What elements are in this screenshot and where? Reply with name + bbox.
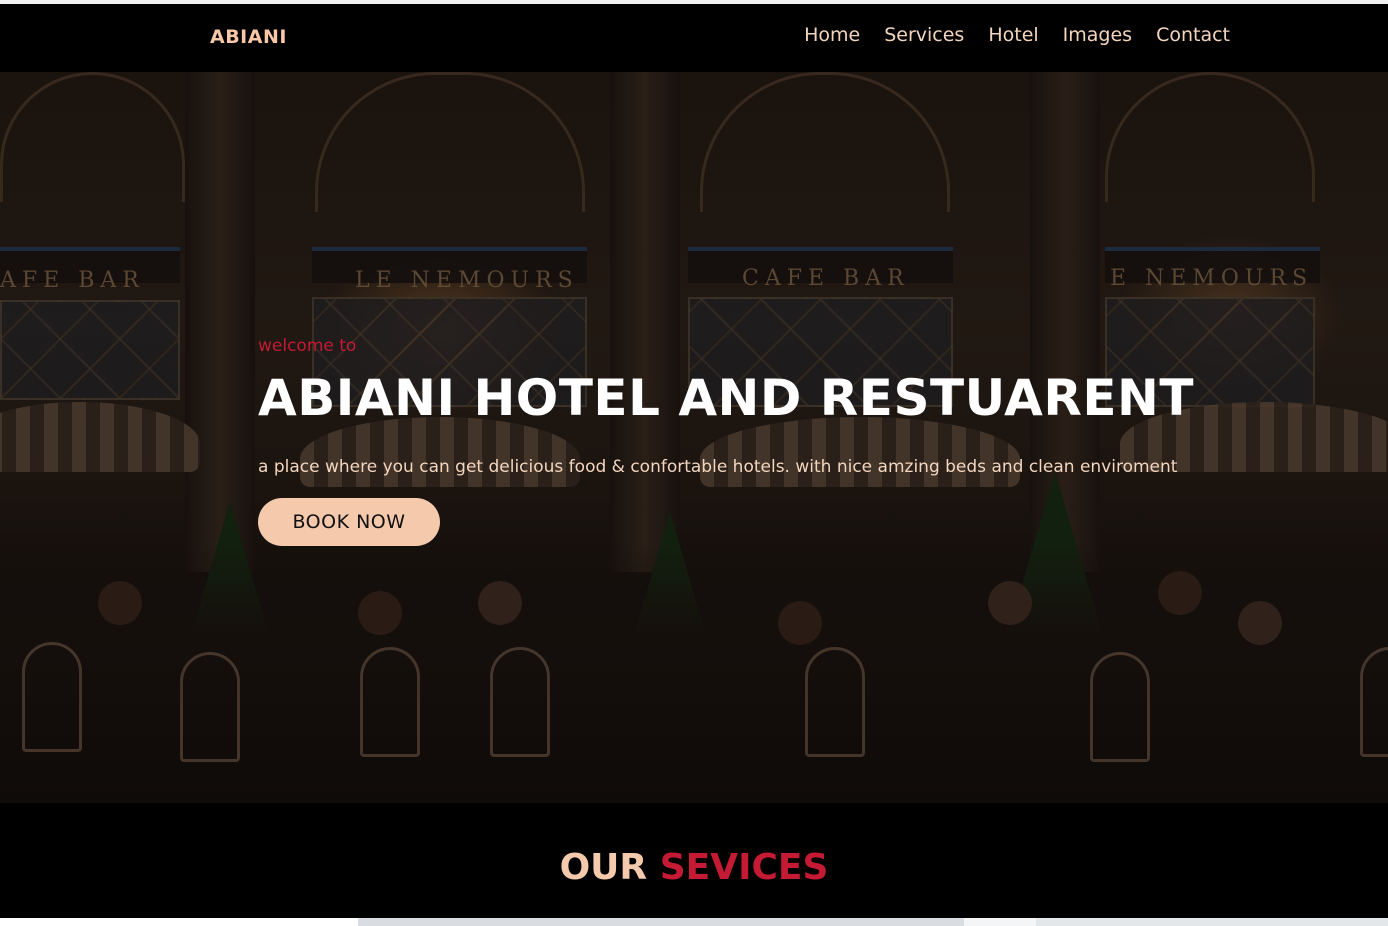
background-chair — [490, 647, 550, 757]
next-section-edge-part — [1036, 918, 1388, 926]
next-section-edge-part — [358, 918, 964, 926]
background-arch — [700, 72, 950, 212]
hero-title: ABIANI HOTEL AND RESTUARENT — [258, 369, 1194, 427]
next-section-edge — [0, 918, 1388, 926]
navbar: ABIANI Home Services Hotel Images Contac… — [0, 4, 1388, 72]
nav-menu: Home Services Hotel Images Contact — [804, 24, 1230, 46]
hero-subtitle: a place where you can get delicious food… — [258, 457, 1178, 477]
background-arch — [1105, 72, 1315, 202]
nav-images-link[interactable]: Images — [1063, 24, 1132, 46]
nav-contact-link[interactable]: Contact — [1156, 24, 1230, 46]
background-window — [0, 300, 180, 400]
background-chair — [22, 642, 82, 752]
nav-hotel-link[interactable]: Hotel — [988, 24, 1038, 46]
background-umbrella — [0, 402, 200, 472]
cafe-sign-text: AFE BAR — [0, 268, 145, 293]
cafe-sign-text: E NEMOURS — [1110, 266, 1314, 291]
background-chair — [805, 647, 865, 757]
background-chair — [1090, 652, 1150, 762]
nav-home-link[interactable]: Home — [804, 24, 860, 46]
brand-logo[interactable]: ABIANI — [210, 26, 287, 48]
hero-section: AFE BAR LE NEMOURS CAFE BAR E NEMOURS we… — [0, 72, 1388, 803]
services-heading-part1: OUR — [559, 847, 648, 888]
background-chair — [180, 652, 240, 762]
book-now-button[interactable]: BOOK NOW — [258, 498, 440, 546]
services-heading-part2: SEVICES — [659, 847, 829, 888]
background-chair — [360, 647, 420, 757]
background-chair — [1360, 647, 1388, 757]
services-section: OUR SEVICES — [0, 803, 1388, 918]
background-pillar — [185, 72, 255, 572]
nav-services-link[interactable]: Services — [884, 24, 964, 46]
background-arch — [0, 72, 185, 202]
next-section-edge-part — [964, 918, 1036, 926]
hero-welcome-text: welcome to — [258, 336, 357, 356]
cafe-sign-text: LE NEMOURS — [355, 268, 579, 293]
services-heading: OUR SEVICES — [0, 847, 1388, 888]
hero-content: welcome to ABIANI HOTEL AND RESTUARENT a… — [258, 336, 1258, 546]
cafe-sign-text: CAFE BAR — [742, 266, 910, 291]
background-arch — [315, 72, 585, 212]
next-section-edge-part — [0, 918, 358, 926]
